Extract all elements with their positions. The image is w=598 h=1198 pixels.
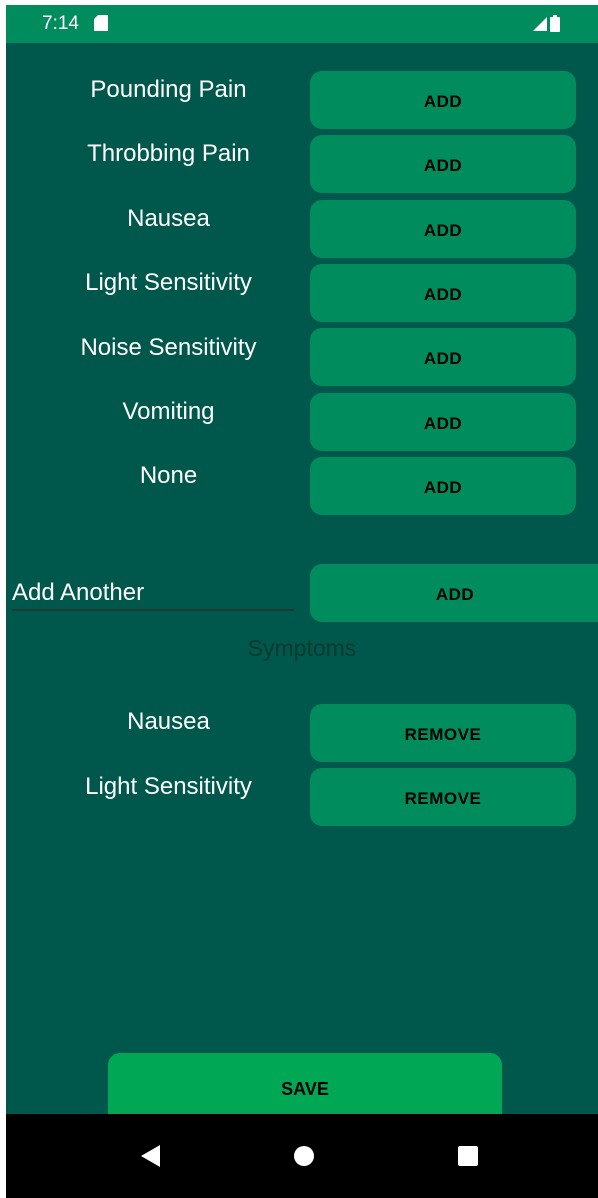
app-screen: 7:14 Pounding Pain ADD Throbbing Pain AD… (6, 5, 598, 1198)
status-bar: 7:14 (6, 5, 598, 43)
home-icon (294, 1146, 314, 1166)
back-icon (141, 1145, 160, 1167)
add-pounding-pain-button[interactable]: ADD (310, 71, 576, 129)
symptom-label-nausea: Nausea (127, 205, 210, 232)
home-button[interactable] (274, 1114, 334, 1198)
status-time: 7:14 (42, 13, 79, 34)
signal-icon (533, 17, 547, 31)
add-nausea-button[interactable]: ADD (310, 200, 576, 258)
remove-symptom-button[interactable]: REMOVE (310, 768, 576, 826)
symptom-label-vomiting: Vomiting (122, 398, 215, 425)
symptom-label-noise-sensitivity: Noise Sensitivity (80, 334, 257, 361)
navigation-bar (6, 1114, 598, 1198)
battery-icon (550, 15, 560, 32)
add-another-input[interactable]: Add Another (12, 571, 294, 611)
recents-icon (458, 1146, 478, 1166)
recents-button[interactable] (438, 1114, 498, 1198)
symptom-label-none: None (139, 462, 198, 489)
symptom-label-light-sensitivity: Light Sensitivity (85, 269, 252, 296)
add-none-button[interactable]: ADD (310, 457, 576, 515)
symptom-label-throbbing-pain: Throbbing Pain (87, 140, 250, 167)
add-another-button[interactable]: ADD (310, 564, 598, 622)
sd-card-icon (94, 15, 108, 31)
selected-symptom-label: Light Sensitivity (85, 773, 252, 800)
add-vomiting-button[interactable]: ADD (310, 393, 576, 451)
add-light-sensitivity-button[interactable]: ADD (310, 264, 576, 322)
selected-symptom-label: Nausea (127, 708, 210, 735)
symptoms-heading: Symptoms (247, 635, 357, 661)
add-noise-sensitivity-button[interactable]: ADD (310, 328, 576, 386)
symptom-label-pounding-pain: Pounding Pain (90, 76, 247, 103)
remove-symptom-button[interactable]: REMOVE (310, 704, 576, 762)
add-throbbing-pain-button[interactable]: ADD (310, 135, 576, 193)
back-button[interactable] (121, 1114, 181, 1198)
